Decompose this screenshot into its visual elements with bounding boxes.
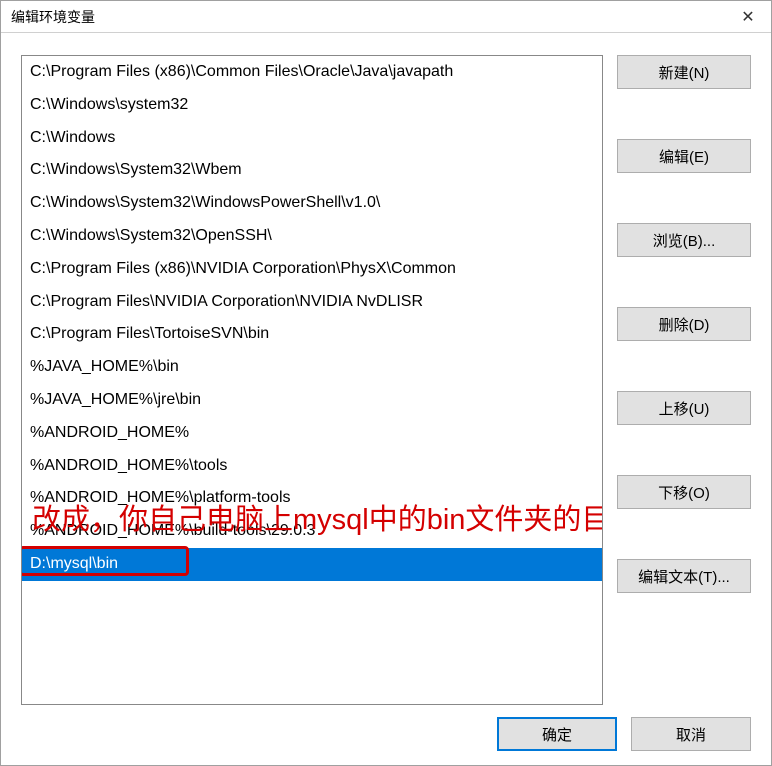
dialog-title: 编辑环境变量 — [11, 7, 95, 27]
close-button[interactable]: ✕ — [725, 1, 771, 33]
list-item[interactable]: C:\Program Files (x86)\Common Files\Orac… — [22, 56, 602, 89]
path-list-container: C:\Program Files (x86)\Common Files\Orac… — [21, 55, 603, 705]
list-item[interactable]: C:\Program Files\TortoiseSVN\bin — [22, 318, 602, 351]
browse-button[interactable]: 浏览(B)... — [617, 223, 751, 257]
ok-button[interactable]: 确定 — [497, 717, 617, 751]
move-up-button[interactable]: 上移(U) — [617, 391, 751, 425]
path-list[interactable]: C:\Program Files (x86)\Common Files\Orac… — [22, 56, 602, 704]
close-icon: ✕ — [741, 7, 754, 27]
list-item[interactable]: %JAVA_HOME%\jre\bin — [22, 384, 602, 417]
list-item[interactable]: C:\Windows\System32\OpenSSH\ — [22, 220, 602, 253]
side-buttons: 新建(N) 编辑(E) 浏览(B)... 删除(D) 上移(U) 下移(O) 编… — [617, 55, 751, 705]
list-item[interactable]: C:\Windows — [22, 122, 602, 155]
titlebar: 编辑环境变量 ✕ — [1, 1, 771, 33]
list-item[interactable]: %ANDROID_HOME% — [22, 417, 602, 450]
edit-button[interactable]: 编辑(E) — [617, 139, 751, 173]
list-item[interactable]: D:\mysql\bin — [22, 548, 602, 581]
delete-button[interactable]: 删除(D) — [617, 307, 751, 341]
dialog-content: C:\Program Files (x86)\Common Files\Orac… — [1, 33, 771, 765]
env-var-dialog: 编辑环境变量 ✕ C:\Program Files (x86)\Common F… — [0, 0, 772, 766]
move-down-button[interactable]: 下移(O) — [617, 475, 751, 509]
list-item[interactable]: %ANDROID_HOME%\tools — [22, 450, 602, 483]
list-item[interactable]: C:\Windows\system32 — [22, 89, 602, 122]
dialog-footer: 确定 取消 — [21, 705, 751, 751]
list-item[interactable]: C:\Windows\System32\WindowsPowerShell\v1… — [22, 187, 602, 220]
edit-text-button[interactable]: 编辑文本(T)... — [617, 559, 751, 593]
list-item[interactable]: C:\Program Files\NVIDIA Corporation\NVID… — [22, 286, 602, 319]
cancel-button[interactable]: 取消 — [631, 717, 751, 751]
main-row: C:\Program Files (x86)\Common Files\Orac… — [21, 55, 751, 705]
list-item[interactable]: C:\Windows\System32\Wbem — [22, 154, 602, 187]
list-item[interactable]: C:\Program Files (x86)\NVIDIA Corporatio… — [22, 253, 602, 286]
new-button[interactable]: 新建(N) — [617, 55, 751, 89]
list-item[interactable]: %JAVA_HOME%\bin — [22, 351, 602, 384]
highlight-box — [22, 546, 189, 576]
annotation-text: 改成，你自己电脑上mysql中的bin文件夹的目录 — [32, 496, 592, 538]
